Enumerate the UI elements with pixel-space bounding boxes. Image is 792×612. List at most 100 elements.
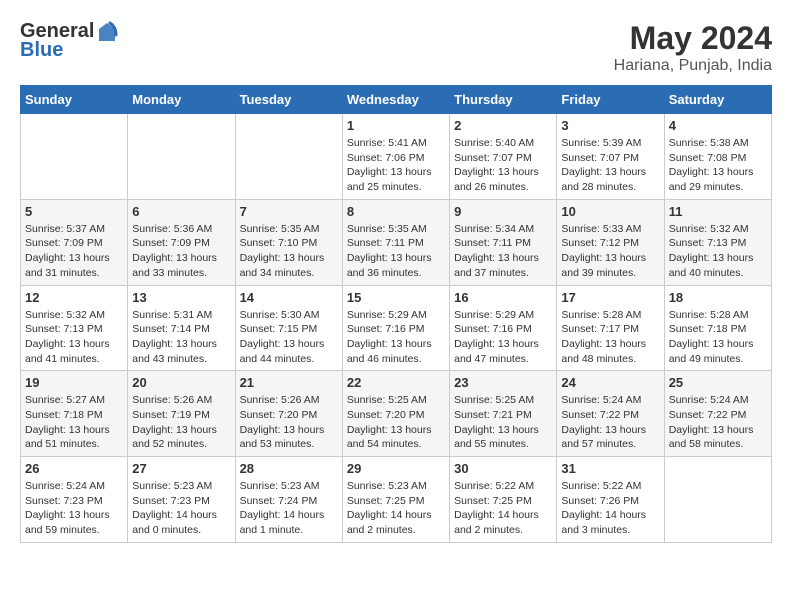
day-number: 28	[240, 461, 338, 476]
day-info: Sunrise: 5:25 AM Sunset: 7:21 PM Dayligh…	[454, 393, 552, 452]
day-number: 20	[132, 375, 230, 390]
day-info: Sunrise: 5:40 AM Sunset: 7:07 PM Dayligh…	[454, 136, 552, 195]
header: General Blue May 2024 Hariana, Punjab, I…	[20, 20, 772, 75]
day-info: Sunrise: 5:24 AM Sunset: 7:23 PM Dayligh…	[25, 479, 123, 538]
day-info: Sunrise: 5:27 AM Sunset: 7:18 PM Dayligh…	[25, 393, 123, 452]
calendar-cell: 7Sunrise: 5:35 AM Sunset: 7:10 PM Daylig…	[235, 199, 342, 285]
calendar-cell: 13 Sunrise: 5:31 AM Sunset: 7:14 PM Dayli…	[128, 285, 235, 371]
day-number: 21	[240, 375, 338, 390]
calendar-cell: 6 Sunrise: 5:36 AM Sunset: 7:09 PM Daylig…	[128, 199, 235, 285]
calendar-cell: 30Sunrise: 5:22 AM Sunset: 7:25 PM Dayli…	[450, 457, 557, 543]
calendar-cell: 26 Sunrise: 5:24 AM Sunset: 7:23 PM Dayli…	[21, 457, 128, 543]
calendar-week-row: 19 Sunrise: 5:27 AM Sunset: 7:18 PM Dayli…	[21, 371, 772, 457]
day-info: Sunrise: 5:28 AM Sunset: 7:18 PM Dayligh…	[669, 308, 767, 367]
calendar-cell: 31 Sunrise: 5:22 AM Sunset: 7:26 PM Dayli…	[557, 457, 664, 543]
calendar-header-thursday: Thursday	[450, 86, 557, 114]
day-info: Sunrise: 5:30 AM Sunset: 7:15 PM Dayligh…	[240, 308, 338, 367]
calendar-cell: 27 Sunrise: 5:23 AM Sunset: 7:23 PM Dayli…	[128, 457, 235, 543]
day-number: 23	[454, 375, 552, 390]
day-number: 7	[240, 204, 338, 219]
logo: General Blue	[20, 20, 118, 62]
calendar-header-wednesday: Wednesday	[342, 86, 449, 114]
day-number: 16	[454, 290, 552, 305]
calendar-cell: 9 Sunrise: 5:34 AM Sunset: 7:11 PM Daylig…	[450, 199, 557, 285]
day-info: Sunrise: 5:32 AM Sunset: 7:13 PM Dayligh…	[669, 222, 767, 281]
day-info: Sunrise: 5:26 AM Sunset: 7:19 PM Dayligh…	[132, 393, 230, 452]
day-info: Sunrise: 5:37 AM Sunset: 7:09 PM Dayligh…	[25, 222, 123, 281]
day-info: Sunrise: 5:23 AM Sunset: 7:23 PM Dayligh…	[132, 479, 230, 538]
day-number: 14	[240, 290, 338, 305]
calendar-cell: 5 Sunrise: 5:37 AM Sunset: 7:09 PM Daylig…	[21, 199, 128, 285]
calendar-cell: 29 Sunrise: 5:23 AM Sunset: 7:25 PM Dayli…	[342, 457, 449, 543]
day-number: 9	[454, 204, 552, 219]
day-number: 24	[561, 375, 659, 390]
day-number: 31	[561, 461, 659, 476]
day-number: 8	[347, 204, 445, 219]
calendar-cell: 2 Sunrise: 5:40 AM Sunset: 7:07 PM Daylig…	[450, 114, 557, 200]
calendar-week-row: 26 Sunrise: 5:24 AM Sunset: 7:23 PM Dayli…	[21, 457, 772, 543]
day-info: Sunrise: 5:36 AM Sunset: 7:09 PM Dayligh…	[132, 222, 230, 281]
day-number: 4	[669, 118, 767, 133]
day-info: Sunrise: 5:31 AM Sunset: 7:14 PM Dayligh…	[132, 308, 230, 367]
day-info: Sunrise: 5:24 AM Sunset: 7:22 PM Dayligh…	[561, 393, 659, 452]
day-info: Sunrise: 5:23 AM Sunset: 7:25 PM Dayligh…	[347, 479, 445, 538]
calendar-cell: 25Sunrise: 5:24 AM Sunset: 7:22 PM Dayli…	[664, 371, 771, 457]
day-info: Sunrise: 5:34 AM Sunset: 7:11 PM Dayligh…	[454, 222, 552, 281]
day-number: 22	[347, 375, 445, 390]
day-number: 13	[132, 290, 230, 305]
day-number: 26	[25, 461, 123, 476]
day-number: 15	[347, 290, 445, 305]
calendar-cell	[235, 114, 342, 200]
day-number: 5	[25, 204, 123, 219]
day-info: Sunrise: 5:24 AM Sunset: 7:22 PM Dayligh…	[669, 393, 767, 452]
calendar-cell: 16 Sunrise: 5:29 AM Sunset: 7:16 PM Dayli…	[450, 285, 557, 371]
day-number: 27	[132, 461, 230, 476]
day-info: Sunrise: 5:29 AM Sunset: 7:16 PM Dayligh…	[347, 308, 445, 367]
calendar-cell: 15 Sunrise: 5:29 AM Sunset: 7:16 PM Dayli…	[342, 285, 449, 371]
day-number: 3	[561, 118, 659, 133]
day-number: 17	[561, 290, 659, 305]
day-number: 6	[132, 204, 230, 219]
day-info: Sunrise: 5:25 AM Sunset: 7:20 PM Dayligh…	[347, 393, 445, 452]
calendar-cell: 20 Sunrise: 5:26 AM Sunset: 7:19 PM Dayli…	[128, 371, 235, 457]
calendar-header-tuesday: Tuesday	[235, 86, 342, 114]
calendar-header-sunday: Sunday	[21, 86, 128, 114]
day-info: Sunrise: 5:22 AM Sunset: 7:26 PM Dayligh…	[561, 479, 659, 538]
calendar-cell	[128, 114, 235, 200]
calendar-cell: 19 Sunrise: 5:27 AM Sunset: 7:18 PM Dayli…	[21, 371, 128, 457]
month-title: May 2024	[614, 20, 772, 57]
calendar-cell: 18 Sunrise: 5:28 AM Sunset: 7:18 PM Dayli…	[664, 285, 771, 371]
day-number: 2	[454, 118, 552, 133]
day-info: Sunrise: 5:22 AM Sunset: 7:25 PM Dayligh…	[454, 479, 552, 538]
calendar-cell: 22 Sunrise: 5:25 AM Sunset: 7:20 PM Dayli…	[342, 371, 449, 457]
day-info: Sunrise: 5:28 AM Sunset: 7:17 PM Dayligh…	[561, 308, 659, 367]
calendar-cell: 4Sunrise: 5:38 AM Sunset: 7:08 PM Daylig…	[664, 114, 771, 200]
day-info: Sunrise: 5:32 AM Sunset: 7:13 PM Dayligh…	[25, 308, 123, 367]
logo-icon	[96, 21, 118, 43]
day-number: 29	[347, 461, 445, 476]
calendar: SundayMondayTuesdayWednesdayThursdayFrid…	[20, 85, 772, 543]
calendar-cell: 14 Sunrise: 5:30 AM Sunset: 7:15 PM Dayli…	[235, 285, 342, 371]
day-info: Sunrise: 5:35 AM Sunset: 7:11 PM Dayligh…	[347, 222, 445, 281]
calendar-cell: 11Sunrise: 5:32 AM Sunset: 7:13 PM Dayli…	[664, 199, 771, 285]
calendar-header-friday: Friday	[557, 86, 664, 114]
day-info: Sunrise: 5:39 AM Sunset: 7:07 PM Dayligh…	[561, 136, 659, 195]
day-number: 18	[669, 290, 767, 305]
day-number: 1	[347, 118, 445, 133]
day-number: 10	[561, 204, 659, 219]
day-info: Sunrise: 5:33 AM Sunset: 7:12 PM Dayligh…	[561, 222, 659, 281]
day-info: Sunrise: 5:29 AM Sunset: 7:16 PM Dayligh…	[454, 308, 552, 367]
calendar-cell: 23 Sunrise: 5:25 AM Sunset: 7:21 PM Dayli…	[450, 371, 557, 457]
day-info: Sunrise: 5:26 AM Sunset: 7:20 PM Dayligh…	[240, 393, 338, 452]
calendar-header-monday: Monday	[128, 86, 235, 114]
calendar-header-saturday: Saturday	[664, 86, 771, 114]
calendar-cell: 28Sunrise: 5:23 AM Sunset: 7:24 PM Dayli…	[235, 457, 342, 543]
calendar-cell	[664, 457, 771, 543]
day-number: 19	[25, 375, 123, 390]
calendar-cell: 1Sunrise: 5:41 AM Sunset: 7:06 PM Daylig…	[342, 114, 449, 200]
calendar-cell: 21 Sunrise: 5:26 AM Sunset: 7:20 PM Dayli…	[235, 371, 342, 457]
calendar-cell: 24 Sunrise: 5:24 AM Sunset: 7:22 PM Dayli…	[557, 371, 664, 457]
calendar-week-row: 12Sunrise: 5:32 AM Sunset: 7:13 PM Dayli…	[21, 285, 772, 371]
calendar-cell: 12Sunrise: 5:32 AM Sunset: 7:13 PM Dayli…	[21, 285, 128, 371]
logo-blue: Blue	[20, 39, 63, 62]
